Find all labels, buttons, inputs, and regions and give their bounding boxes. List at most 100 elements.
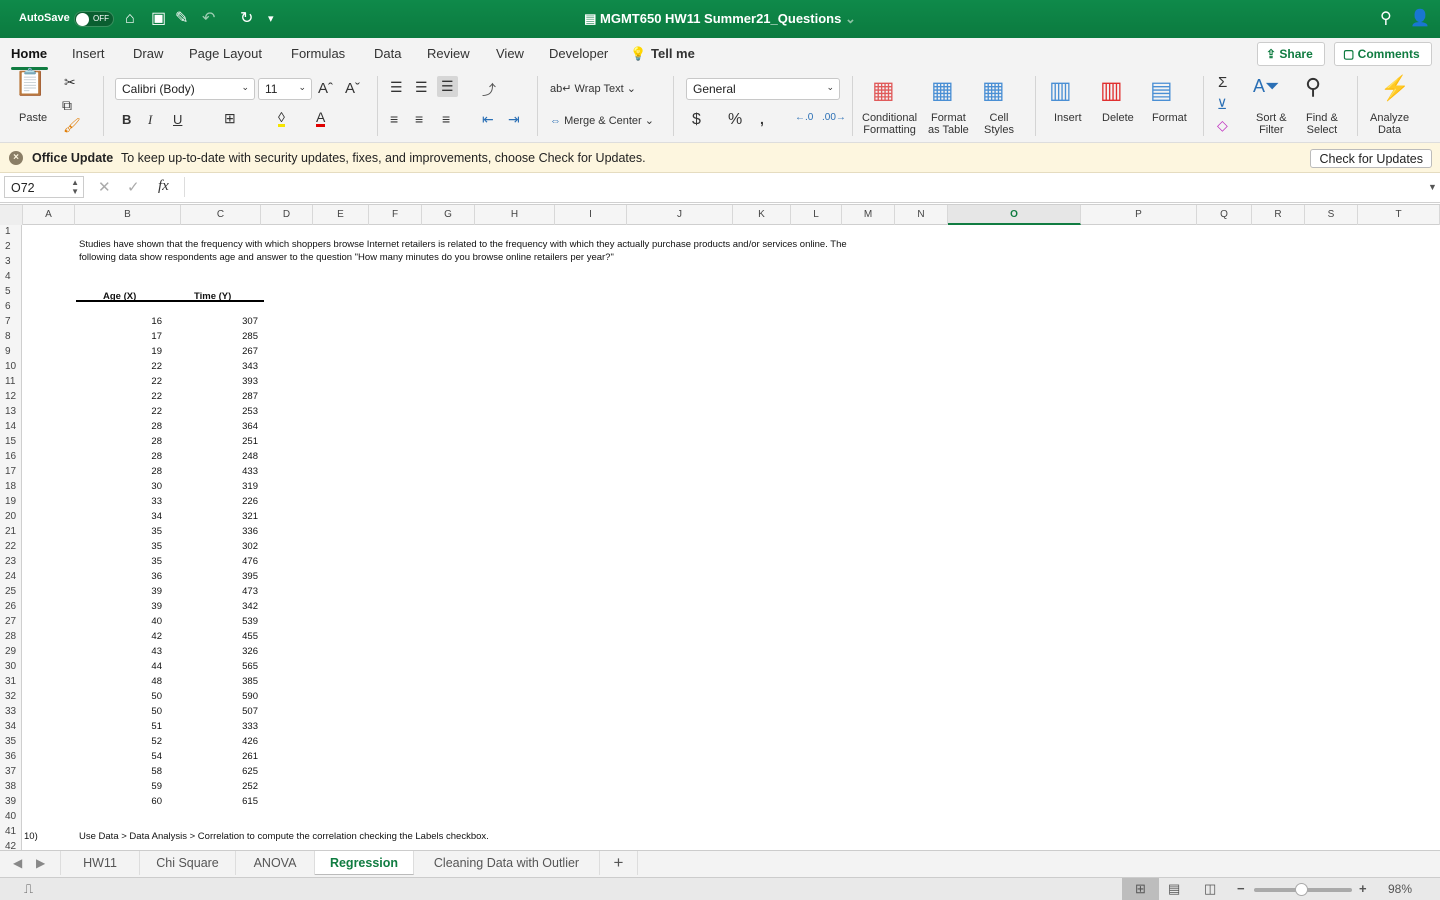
intro-text-line1[interactable]: Studies have shown that the frequency wi… <box>79 239 847 250</box>
clear-icon[interactable]: ◇ <box>1217 117 1228 134</box>
fill-icon[interactable]: ⊻ <box>1217 96 1227 113</box>
row-header-29[interactable]: 29 <box>0 646 22 657</box>
row-header-21[interactable]: 21 <box>0 526 22 537</box>
underline-button[interactable]: U <box>173 112 182 127</box>
column-header-k[interactable]: K <box>733 205 791 225</box>
prev-sheet-icon[interactable]: ◀ <box>13 856 22 870</box>
row-header-15[interactable]: 15 <box>0 436 22 447</box>
comments-button[interactable]: ▢ Comments <box>1334 42 1432 66</box>
sheet-tab-hw11[interactable]: HW11 <box>60 851 140 875</box>
column-header-s[interactable]: S <box>1305 205 1358 225</box>
row-header-25[interactable]: 25 <box>0 586 22 597</box>
row-header-7[interactable]: 7 <box>0 316 22 327</box>
column-header-j[interactable]: J <box>627 205 733 225</box>
zoom-out-button[interactable]: − <box>1237 881 1245 896</box>
age-cell[interactable]: 22 <box>120 376 162 387</box>
orientation-icon[interactable]: ⤴ <box>482 80 496 100</box>
insert-cells-icon[interactable]: ▥ <box>1049 76 1072 105</box>
autosum-icon[interactable]: Σ <box>1218 74 1227 91</box>
format-as-table-icon[interactable]: ▦ <box>931 76 954 105</box>
row-header-23[interactable]: 23 <box>0 556 22 567</box>
row-header-4[interactable]: 4 <box>0 271 22 282</box>
analyze-data-icon[interactable]: ⚡ <box>1380 74 1410 103</box>
wrap-text-button[interactable]: ab↵ Wrap Text ⌄ <box>550 83 636 95</box>
sort-filter-button[interactable]: Sort & Filter <box>1256 112 1287 136</box>
column-header-b[interactable]: B <box>75 205 181 225</box>
time-cell[interactable]: 251 <box>215 436 258 447</box>
column-header-r[interactable]: R <box>1252 205 1305 225</box>
row-header-5[interactable]: 5 <box>0 286 22 297</box>
column-header-a[interactable]: A <box>23 205 75 225</box>
row-header-8[interactable]: 8 <box>0 331 22 342</box>
row-header-39[interactable]: 39 <box>0 796 22 807</box>
row-header-17[interactable]: 17 <box>0 466 22 477</box>
align-left-icon[interactable]: ≡ <box>390 111 398 127</box>
increase-indent-icon[interactable]: ⇥ <box>508 111 520 128</box>
select-all-corner[interactable] <box>0 205 23 225</box>
name-box[interactable]: O72 ▲ ▼ <box>4 176 84 198</box>
row-header-14[interactable]: 14 <box>0 421 22 432</box>
cut-icon[interactable]: ✂ <box>64 74 76 91</box>
column-header-i[interactable]: I <box>555 205 627 225</box>
merge-center-button[interactable]: ⇔ Merge & Center ⌄ <box>550 115 654 127</box>
age-cell[interactable]: 22 <box>120 361 162 372</box>
fill-color-icon[interactable]: ◊ <box>278 110 285 127</box>
column-header-n[interactable]: N <box>895 205 948 225</box>
tab-draw[interactable]: Draw <box>133 46 163 61</box>
decrease-decimal-icon[interactable]: .00→ <box>822 112 846 123</box>
next-sheet-icon[interactable]: ▶ <box>36 856 45 870</box>
time-cell[interactable]: 307 <box>215 316 258 327</box>
time-cell[interactable]: 319 <box>215 481 258 492</box>
normal-view-icon[interactable]: ⊞ <box>1122 878 1159 900</box>
column-header-d[interactable]: D <box>261 205 313 225</box>
tab-insert[interactable]: Insert <box>72 46 105 61</box>
column-header-t[interactable]: T <box>1358 205 1440 225</box>
find-select-icon[interactable]: ⚲ <box>1305 74 1321 100</box>
conditional-formatting-icon[interactable]: ▦ <box>872 76 895 105</box>
column-header-g[interactable]: G <box>422 205 475 225</box>
row-header-32[interactable]: 32 <box>0 691 22 702</box>
age-cell[interactable]: 35 <box>120 541 162 552</box>
clipboard-icon[interactable]: 📋 <box>14 69 46 95</box>
find-select-button[interactable]: Find & Select <box>1306 112 1338 136</box>
row-header-26[interactable]: 26 <box>0 601 22 612</box>
time-cell[interactable]: 364 <box>215 421 258 432</box>
age-cell[interactable]: 52 <box>120 736 162 747</box>
time-cell[interactable]: 539 <box>215 616 258 627</box>
align-middle-icon[interactable]: ☰ <box>415 79 428 96</box>
question-text[interactable]: Use Data > Data Analysis > Correlation t… <box>79 831 489 842</box>
time-cell[interactable]: 476 <box>215 556 258 567</box>
cell-styles-icon[interactable]: ▦ <box>982 76 1005 105</box>
sheet-tab-cleaning-data[interactable]: Cleaning Data with Outlier <box>414 851 600 875</box>
format-cells-button[interactable]: Format <box>1152 112 1187 124</box>
currency-button[interactable]: $ <box>692 111 701 129</box>
column-header-q[interactable]: Q <box>1197 205 1252 225</box>
row-header-1[interactable]: 1 <box>0 226 22 237</box>
number-format-dropdown[interactable]: General ⌄ <box>686 78 840 100</box>
age-cell[interactable]: 35 <box>120 526 162 537</box>
row-header-6[interactable]: 6 <box>0 301 22 312</box>
time-cell[interactable]: 287 <box>215 391 258 402</box>
column-header-l[interactable]: L <box>791 205 842 225</box>
time-cell[interactable]: 333 <box>215 721 258 732</box>
delete-cells-icon[interactable]: ▥ <box>1100 76 1123 105</box>
age-cell[interactable]: 22 <box>120 406 162 417</box>
page-layout-view-icon[interactable]: ▤ <box>1168 881 1180 897</box>
zoom-in-button[interactable]: + <box>1359 881 1367 896</box>
age-cell[interactable]: 28 <box>120 436 162 447</box>
time-cell[interactable]: 455 <box>215 631 258 642</box>
decrease-font-icon[interactable]: Aˇ <box>345 80 360 97</box>
row-header-24[interactable]: 24 <box>0 571 22 582</box>
intro-text-line2[interactable]: following data show respondents age and … <box>79 252 614 263</box>
tab-developer[interactable]: Developer <box>549 46 608 61</box>
row-header-30[interactable]: 30 <box>0 661 22 672</box>
conditional-formatting-button[interactable]: Conditional Formatting <box>862 112 917 136</box>
time-cell[interactable]: 615 <box>215 796 258 807</box>
increase-font-icon[interactable]: Aˆ <box>318 80 333 97</box>
tab-view[interactable]: View <box>496 46 524 61</box>
column-header-h[interactable]: H <box>475 205 555 225</box>
format-cells-icon[interactable]: ▤ <box>1150 76 1173 105</box>
time-cell[interactable]: 302 <box>215 541 258 552</box>
row-header-36[interactable]: 36 <box>0 751 22 762</box>
time-cell[interactable]: 261 <box>215 751 258 762</box>
